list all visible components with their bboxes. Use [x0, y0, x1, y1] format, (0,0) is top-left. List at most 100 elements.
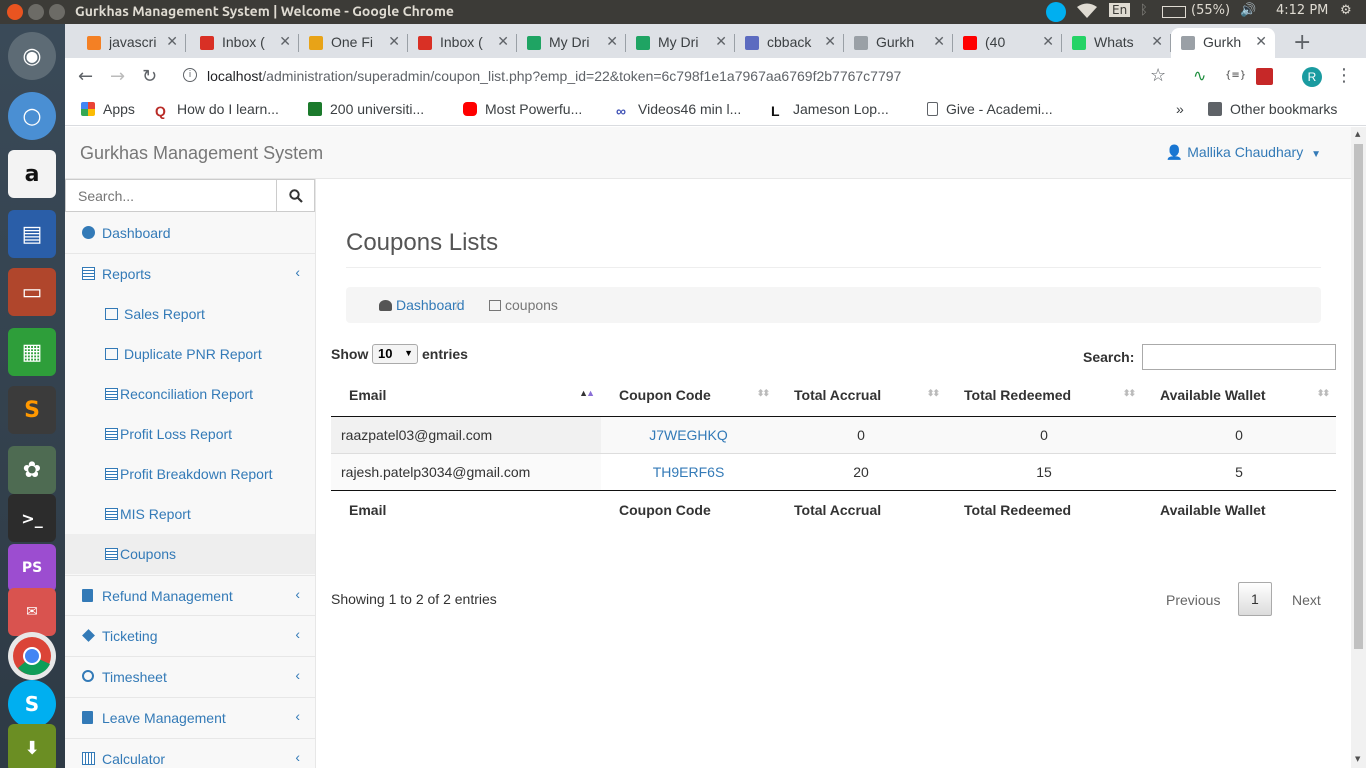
mail-app-icon[interactable]: ✉ [8, 588, 56, 636]
maximize-window-icon[interactable] [49, 4, 65, 20]
skype-icon[interactable]: S [8, 680, 56, 728]
sidebar-item-profit-breakdown-report[interactable]: Profit Breakdown Report [65, 454, 315, 494]
table-search-input[interactable] [1142, 344, 1336, 370]
reload-icon[interactable]: ↻ [142, 66, 157, 87]
sidebar-item-calculator[interactable]: Calculator ‹ [65, 739, 315, 768]
bookmark-youtube[interactable]: Most Powerfu... [463, 101, 582, 117]
bookmark-quora[interactable]: Q How do I learn... [155, 101, 279, 119]
coupon-code-link[interactable]: TH9ERF6S [653, 464, 725, 480]
column-available-wallet[interactable]: Available Wallet ⬍⬍ [1142, 375, 1336, 417]
minimize-window-icon[interactable] [28, 4, 44, 20]
close-window-icon[interactable] [7, 4, 23, 20]
profile-avatar[interactable]: R [1302, 67, 1322, 87]
close-tab-icon[interactable]: ✕ [715, 33, 727, 50]
extension-json-icon[interactable]: {≡} [1225, 70, 1246, 81]
close-tab-icon[interactable]: ✕ [388, 33, 400, 50]
other-bookmarks[interactable]: Other bookmarks [1208, 101, 1337, 117]
wifi-icon[interactable] [1077, 3, 1097, 23]
settings-gear-icon[interactable]: ⚙ [1340, 3, 1352, 18]
pagination-previous[interactable]: Previous [1166, 592, 1220, 608]
page-length-select[interactable]: 10 ▼ [372, 344, 418, 364]
browser-tab[interactable]: Inbox (✕ [190, 28, 299, 58]
keyboard-layout[interactable]: En [1109, 3, 1131, 17]
volume-icon[interactable]: 🔊 [1240, 3, 1256, 18]
sublime-icon[interactable]: S [8, 386, 56, 434]
close-tab-icon[interactable]: ✕ [933, 33, 945, 50]
sidebar-item-leave[interactable]: Leave Management ‹ [65, 698, 315, 739]
close-tab-icon[interactable]: ✕ [1151, 33, 1163, 50]
clock[interactable]: 4:12 PM [1276, 3, 1328, 18]
sidebar-item-duplicate-pnr-report[interactable]: Duplicate PNR Report [65, 334, 315, 374]
terminal-icon[interactable]: >_ [8, 494, 56, 542]
browser-tab[interactable]: (40 ✕ [953, 28, 1062, 58]
coupon-code-link[interactable]: J7WEGHKQ [649, 427, 728, 443]
sidebar-item-sales-report[interactable]: Sales Report [65, 294, 315, 334]
scrollbar-thumb[interactable] [1354, 144, 1363, 649]
skype-tray-icon[interactable] [1046, 2, 1066, 22]
browser-tab[interactable]: My Dri ✕ [517, 28, 626, 58]
close-tab-icon[interactable]: ✕ [1042, 33, 1054, 50]
browser-tab[interactable]: cbback ✕ [735, 28, 844, 58]
column-total-accrual[interactable]: Total Accrual ⬍⬍ [776, 375, 946, 417]
pagination-next[interactable]: Next [1292, 592, 1321, 608]
column-coupon-code[interactable]: Coupon Code ⬍⬍ [601, 375, 776, 417]
sidebar-search-input[interactable] [65, 179, 277, 212]
page-scrollbar[interactable]: ▲ ▼ [1351, 127, 1366, 768]
sidebar-item-coupons[interactable]: Coupons [65, 534, 315, 574]
browser-tab[interactable]: One Fi ✕ [299, 28, 408, 58]
scroll-up-icon[interactable]: ▲ [1355, 130, 1360, 138]
bookmark-videos[interactable]: ∞ Videos46 min l... [616, 101, 741, 119]
browser-tab[interactable]: javascri ✕ [77, 28, 186, 58]
browser-tab[interactable]: My Dri ✕ [626, 28, 735, 58]
new-tab-button[interactable]: + [1293, 30, 1311, 55]
extension-pdf-icon[interactable] [1256, 68, 1273, 85]
sidebar-item-profit-loss-report[interactable]: Profit Loss Report [65, 414, 315, 454]
sidebar-item-refund[interactable]: Refund Management ‹ [65, 575, 315, 616]
close-tab-icon[interactable]: ✕ [166, 33, 178, 50]
installer-icon[interactable]: ⬇ [8, 724, 56, 768]
user-menu[interactable]: 👤 Mallika Chaudhary ▼ [1166, 144, 1321, 161]
bluetooth-icon[interactable]: ᛒ [1140, 3, 1148, 18]
column-total-redeemed[interactable]: Total Redeemed ⬍⬍ [946, 375, 1142, 417]
column-email[interactable]: Email ▲▲ [331, 375, 601, 417]
sidebar-item-mis-report[interactable]: MIS Report [65, 494, 315, 534]
close-tab-icon[interactable]: ✕ [824, 33, 836, 50]
sidebar-item-reports[interactable]: Reports ‹ [65, 254, 315, 294]
chrome-icon[interactable] [8, 632, 56, 680]
amazon-icon[interactable]: a [8, 150, 56, 198]
writer-icon[interactable]: ▤ [8, 210, 56, 258]
extension-green-icon[interactable]: ∿ [1193, 66, 1206, 85]
phpstorm-icon[interactable]: PS [8, 544, 56, 592]
browser-tab[interactable]: Whats ✕ [1062, 28, 1171, 58]
sidebar-item-dashboard[interactable]: Dashboard [65, 213, 315, 254]
browser-tab[interactable]: Gurkh ✕ [1171, 28, 1275, 58]
ubuntu-dash-icon[interactable]: ◉ [8, 32, 56, 80]
browser-tab[interactable]: Inbox (✕ [408, 28, 517, 58]
address-bar[interactable]: i localhost/administration/superadmin/co… [175, 62, 1185, 92]
close-tab-icon[interactable]: ✕ [497, 33, 509, 50]
close-tab-icon[interactable]: ✕ [1255, 33, 1267, 50]
bookmark-star-icon[interactable]: ☆ [1150, 65, 1166, 86]
back-icon[interactable]: ← [78, 66, 93, 87]
sidebar-item-ticketing[interactable]: Ticketing ‹ [65, 616, 315, 657]
breadcrumb-dashboard[interactable]: Dashboard [379, 297, 465, 313]
robot-app-icon[interactable]: ✿ [8, 446, 56, 494]
scroll-down-icon[interactable]: ▼ [1355, 755, 1360, 763]
files-icon[interactable]: ▭ [8, 268, 56, 316]
bookmark-universities[interactable]: 200 universiti... [308, 101, 424, 117]
chrome-menu-icon[interactable]: ⋮ [1335, 65, 1353, 86]
sidebar-search-button[interactable] [276, 179, 315, 212]
bookmark-academi[interactable]: Give - Academi... [927, 101, 1053, 117]
sidebar-item-reconciliation-report[interactable]: Reconciliation Report [65, 374, 315, 414]
sidebar-item-timesheet[interactable]: Timesheet ‹ [65, 657, 315, 698]
pagination-page-1[interactable]: 1 [1238, 582, 1272, 616]
bookmark-jameson[interactable]: L Jameson Lop... [771, 101, 889, 119]
app-brand[interactable]: Gurkhas Management System [80, 143, 323, 164]
close-tab-icon[interactable]: ✕ [279, 33, 291, 50]
chromium-icon[interactable]: ○ [8, 92, 56, 140]
bookmark-apps[interactable]: Apps [81, 101, 135, 117]
calc-icon[interactable]: ▦ [8, 328, 56, 376]
forward-icon[interactable]: → [110, 66, 125, 87]
battery-icon[interactable] [1162, 6, 1186, 18]
browser-tab[interactable]: Gurkh ✕ [844, 28, 953, 58]
